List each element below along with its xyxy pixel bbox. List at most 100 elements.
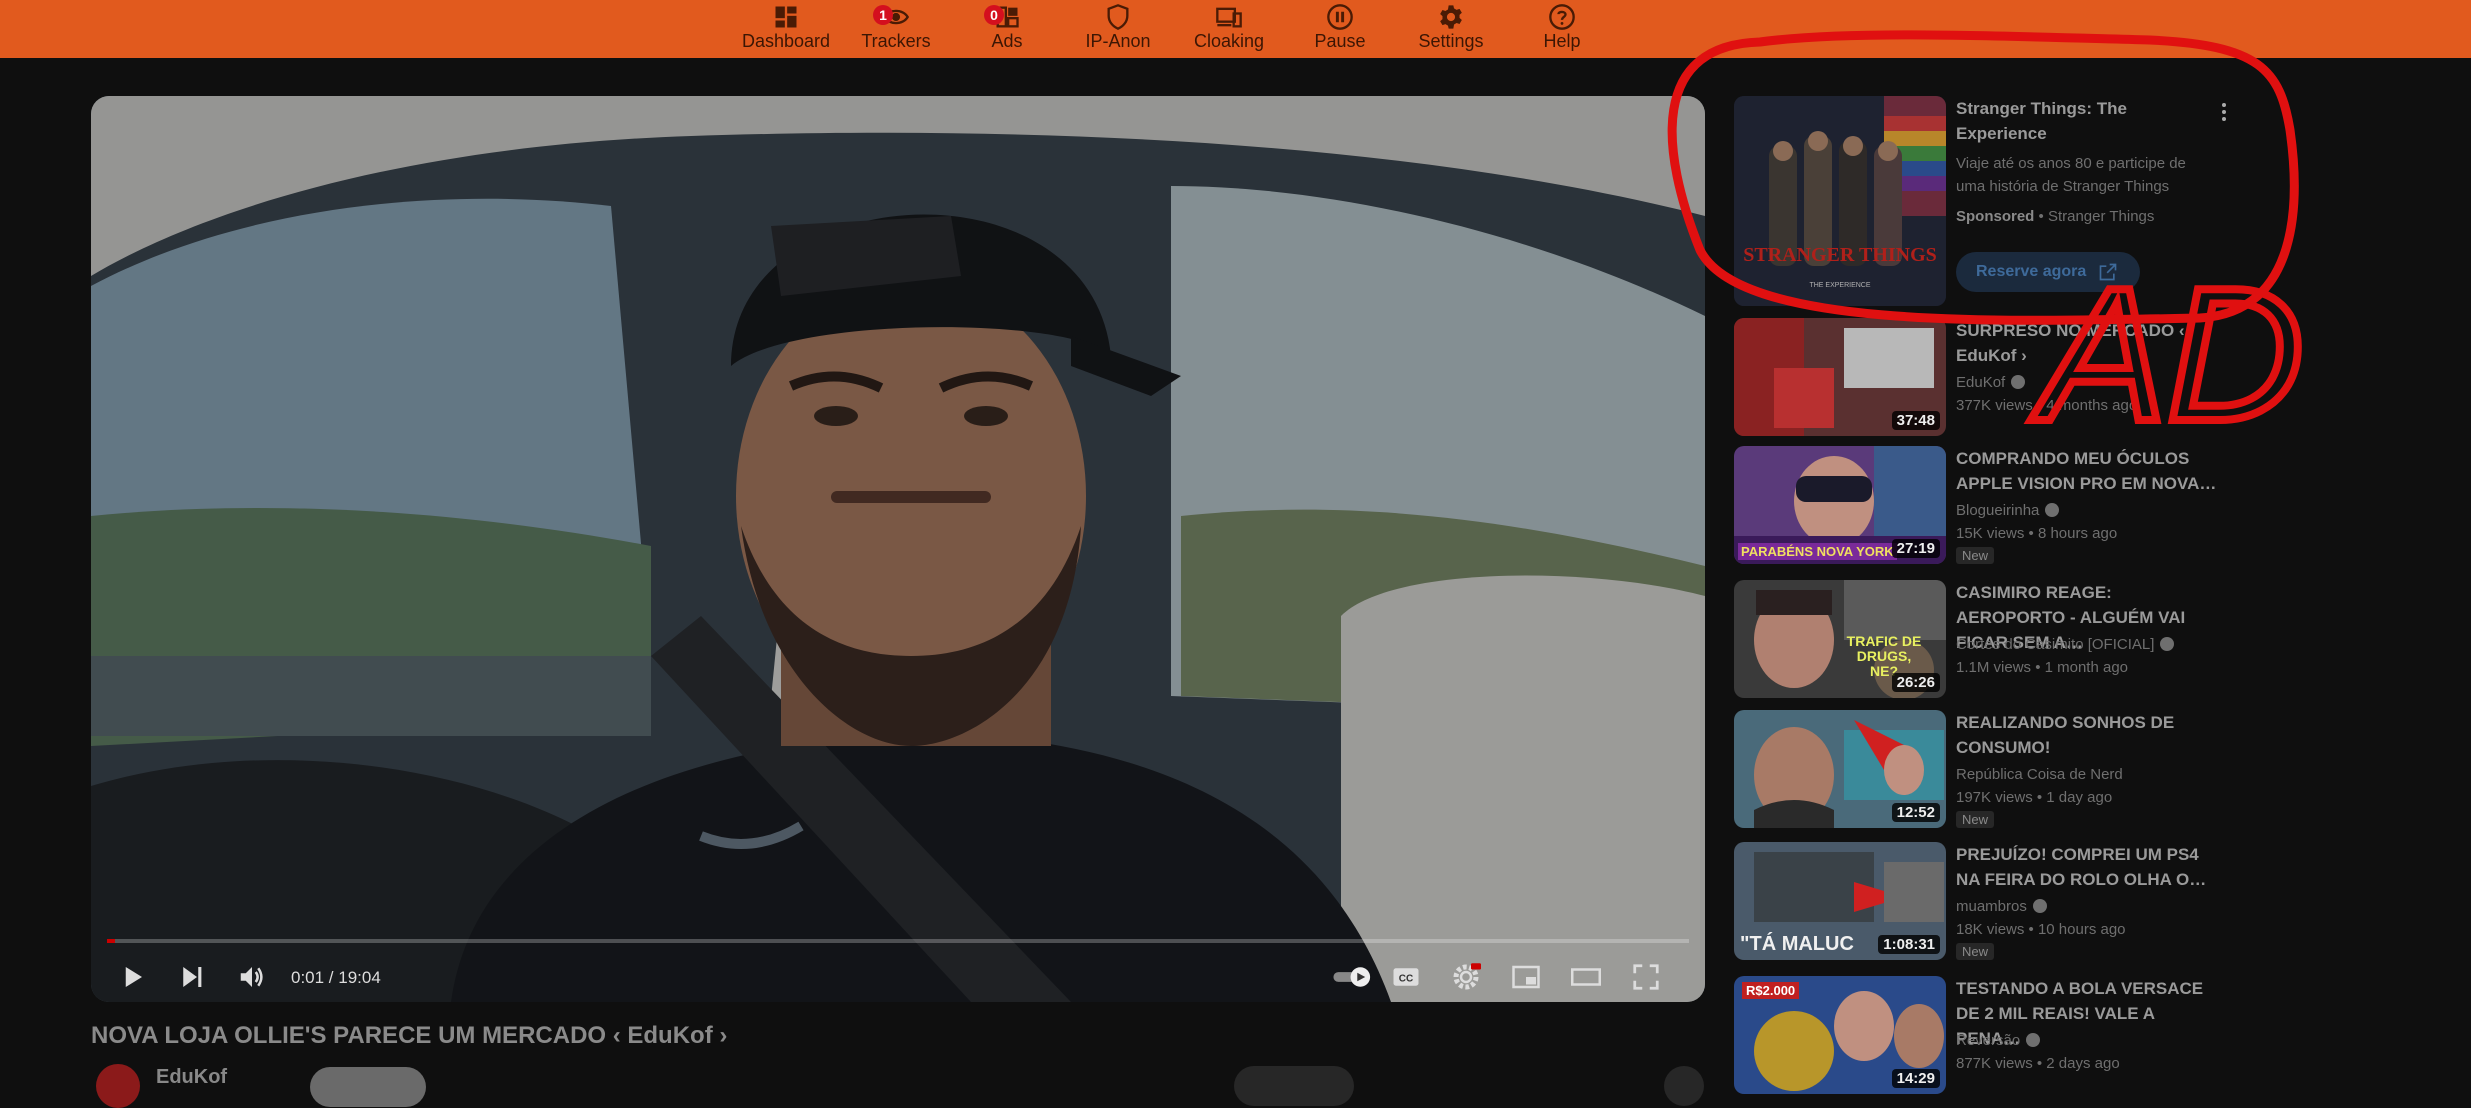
toolbar-pause[interactable]: Pause (1285, 0, 1395, 58)
ads-grid-icon: 0 (984, 3, 1021, 31)
channel-avatar[interactable] (96, 1064, 140, 1108)
video-channel-name: muambros (1956, 898, 2027, 915)
miniplayer-icon (1512, 965, 1540, 989)
fullscreen-button[interactable] (1629, 960, 1663, 994)
ad-more-menu[interactable] (2214, 100, 2234, 124)
channel-name[interactable]: EduKof (156, 1066, 227, 1089)
toolbar-label: Pause (1314, 31, 1366, 51)
dashboard-icon (772, 3, 800, 31)
theater-icon (1571, 968, 1601, 986)
volume-button[interactable] (235, 960, 269, 994)
video-stats: 1.1M views • 1 month ago (1956, 659, 2129, 676)
subscribe-button[interactable] (310, 1067, 426, 1107)
time-display: 0:01 / 19:04 (291, 968, 381, 987)
video-channel-name: Reversão (1956, 1032, 2021, 1049)
video-title[interactable]: SURPRESO NO MERCADO ‹ EduKof › (1956, 318, 2218, 368)
ad-thumbnail-subtitle: THE EXPERIENCE (1809, 282, 1871, 289)
advertiser-name: Stranger Things (2047, 208, 2155, 225)
list-item[interactable]: TRAFIC DE DRUGS, NE? 26:26 CASIMIRO REAG… (1734, 580, 2234, 698)
video-channel: muambros (1956, 898, 2047, 915)
ad-thumbnail-image (1734, 96, 1946, 306)
video-duration: 37:48 (1891, 411, 1940, 430)
toolbar-label: Settings (1418, 31, 1484, 51)
toolbar-label: IP-Anon (1085, 31, 1151, 51)
video-title[interactable]: REALIZANDO SONHOS DE CONSUMO! (1956, 710, 2218, 760)
video-channel-name: EduKof (1956, 374, 2006, 391)
video-duration: 26:26 (1891, 673, 1940, 692)
ad-thumbnail-logo: STRANGER THINGS (1743, 244, 1937, 266)
video-duration: 27:19 (1891, 539, 1940, 558)
ad-meta: Sponsored • Stranger Things (1956, 208, 2154, 225)
sponsored-ad-card[interactable]: STRANGER THINGS THE EXPERIENCE Stranger … (1734, 96, 2226, 306)
video-thumbnail[interactable]: PARABÉNS NOVA YORK 27:19 (1734, 446, 1946, 564)
eye-icon: 1 (873, 3, 910, 31)
toolbar-trackers[interactable]: 1 Trackers (841, 0, 951, 58)
play-icon (125, 967, 142, 987)
captions-button[interactable]: CC (1389, 960, 1423, 994)
new-badge: New (1956, 943, 1995, 960)
autoplay-toggle-icon (1333, 967, 1371, 987)
video-stats: 15K views • 8 hours ago (1956, 525, 2118, 542)
toolbar-label: Ads (991, 31, 1023, 51)
list-item[interactable]: R$2.000 14:29 TESTANDO A BOLA VERSACE DE… (1734, 976, 2234, 1094)
video-channel: Blogueirinha (1956, 502, 2060, 519)
list-item[interactable]: PARABÉNS NOVA YORK 27:19 COMPRANDO MEU Ó… (1734, 446, 2234, 564)
ad-description: Viaje até os anos 80 e participe de uma … (1956, 155, 2186, 195)
video-thumbnail[interactable]: TRAFIC DE DRUGS, NE? 26:26 (1734, 580, 1946, 698)
video-player[interactable]: 0:01 / 19:04 CC (91, 96, 1705, 1002)
video-thumbnail[interactable]: "TÁ MALUC 1:08:31 (1734, 842, 1946, 960)
toolbar-ads[interactable]: 0 Ads (952, 0, 1062, 58)
verified-icon (2011, 375, 2026, 389)
video-stats: 377K views • 4 months ago (1956, 397, 2138, 414)
ad-cta-label: Reserve agora (1976, 263, 2087, 280)
list-item[interactable]: 37:48 SURPRESO NO MERCADO ‹ EduKof › Edu… (1734, 318, 2234, 436)
video-title[interactable]: COMPRANDO MEU ÓCULOS APPLE VISION PRO EM… (1956, 446, 2218, 496)
next-icon (183, 967, 202, 987)
ads-badge: 0 (984, 5, 1004, 25)
ad-title[interactable]: Stranger Things: The Experience (1956, 96, 2186, 146)
new-badge: New (1956, 811, 1995, 828)
video-channel: Reversão (1956, 1032, 2041, 1049)
miniplayer-button[interactable] (1509, 960, 1543, 994)
video-title: NOVA LOJA OLLIE'S PARECE UM MERCADO ‹ Ed… (91, 1022, 728, 1049)
video-channel-name: República Coisa de Nerd (1956, 766, 2123, 783)
devices-icon (1215, 3, 1243, 31)
next-button[interactable] (175, 960, 209, 994)
verified-icon (2160, 637, 2175, 651)
video-channel-name: Blogueirinha (1956, 502, 2040, 519)
toolbar-settings[interactable]: Settings (1396, 0, 1506, 58)
volume-icon (240, 967, 263, 987)
theater-button[interactable] (1569, 960, 1603, 994)
autoplay-toggle[interactable] (1329, 960, 1377, 994)
settings-button[interactable] (1449, 960, 1483, 994)
toolbar-label: Cloaking (1193, 31, 1265, 51)
video-channel: Cortes do Casimito [OFICIAL] (1956, 636, 2175, 653)
external-link-icon (2099, 263, 2117, 281)
video-channel: EduKof (1956, 374, 2026, 391)
video-thumbnail[interactable]: R$2.000 14:29 (1734, 976, 1946, 1094)
ad-thumbnail[interactable]: STRANGER THINGS THE EXPERIENCE (1734, 96, 1946, 306)
meta-separator: • (2038, 208, 2048, 225)
captions-icon: CC (1393, 968, 1419, 986)
ad-cta-button[interactable]: Reserve agora (1956, 252, 2140, 292)
video-stats: 18K views • 10 hours ago (1956, 921, 2126, 938)
play-button[interactable] (115, 960, 149, 994)
toolbar-ip-anon[interactable]: IP-Anon (1063, 0, 1173, 58)
verified-icon (2045, 503, 2060, 517)
toolbar-cloaking[interactable]: Cloaking (1174, 0, 1284, 58)
help-icon (1548, 3, 1576, 31)
video-duration: 1:08:31 (1878, 935, 1940, 954)
video-title[interactable]: PREJUÍZO! COMPREI UM PS4 NA FEIRA DO ROL… (1956, 842, 2218, 892)
list-item[interactable]: "TÁ MALUC 1:08:31 PREJUÍZO! COMPREI UM P… (1734, 842, 2234, 960)
video-duration: 12:52 (1891, 803, 1940, 822)
video-thumbnail[interactable]: 37:48 (1734, 318, 1946, 436)
video-thumbnail[interactable]: 12:52 (1734, 710, 1946, 828)
more-actions-button[interactable] (1664, 1066, 1704, 1106)
toolbar-help[interactable]: Help (1507, 0, 1617, 58)
progress-bar[interactable] (107, 939, 1689, 943)
action-button[interactable] (1234, 1066, 1354, 1106)
toolbar-dashboard[interactable]: Dashboard (731, 0, 841, 58)
player-controls: 0:01 / 19:04 CC (91, 952, 1705, 1002)
list-item[interactable]: 12:52 REALIZANDO SONHOS DE CONSUMO! Repú… (1734, 710, 2234, 828)
video-stats: 877K views • 2 days ago (1956, 1055, 2120, 1072)
